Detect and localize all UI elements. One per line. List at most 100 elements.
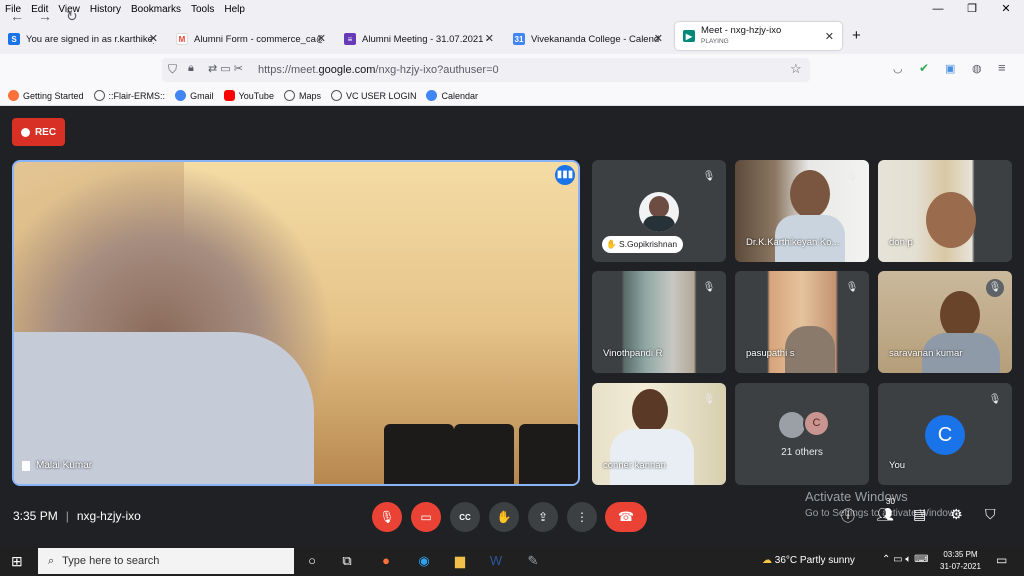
host-controls-icon[interactable]: ⛉ — [985, 506, 996, 523]
minimize-button[interactable]: — — [920, 0, 956, 18]
file-explorer-icon[interactable]: ▆ — [450, 551, 470, 571]
menu-tools[interactable]: Tools — [186, 4, 219, 15]
participant-tile[interactable]: 🎙︎ Dr.K.Karthikeyan Ko... — [735, 160, 869, 262]
extension-icon[interactable]: ▣ — [945, 62, 955, 75]
captions-button[interactable]: CC — [450, 502, 480, 532]
others-tile[interactable] — [735, 383, 869, 485]
bookmark-maps[interactable]: Maps — [283, 90, 321, 101]
tab-alumni-meeting[interactable]: ≡ Alumni Meeting - 31.07.2021 - G ✕ — [336, 24, 502, 54]
bookmark-calendar[interactable]: Calendar — [426, 90, 478, 101]
speaking-indicator-icon: ▮▮▮ — [555, 165, 575, 185]
recording-badge[interactable]: REC — [12, 118, 65, 146]
info-icon[interactable]: ⓘ — [841, 506, 855, 526]
mic-off-icon: 🎙︎ — [845, 282, 859, 293]
maximize-button[interactable]: ❐ — [954, 0, 990, 18]
edge-icon[interactable]: ◉ — [414, 551, 434, 571]
self-tile[interactable]: C 🎙︎ You — [878, 383, 1012, 485]
tab-signed-in[interactable]: S You are signed in as r.karthikeya ✕ — [0, 24, 166, 54]
check-extension-icon[interactable]: ✔ — [919, 61, 929, 75]
permissions-icon[interactable]: ⇄ ▭ ✂ — [208, 62, 243, 75]
participant-name: don p — [889, 237, 913, 248]
menu-help[interactable]: Help — [219, 4, 250, 15]
bookmark-flair-erms[interactable]: ::Flair-ERMS:: — [93, 90, 165, 101]
globe-icon — [93, 90, 105, 101]
mic-off-button[interactable]: 🎙︎ — [372, 502, 402, 532]
participant-tile[interactable]: 🎙︎ Vinothpandi R — [592, 271, 726, 373]
url-text[interactable]: https://meet.google.com/nxg-hzjy-ixo?aut… — [258, 64, 499, 76]
youtube-icon — [223, 90, 235, 101]
pocket-icon[interactable]: ◡ — [893, 62, 903, 75]
tab-calendar[interactable]: 31 Vivekananda College - Calendar ✕ — [505, 24, 671, 54]
google-icon — [426, 90, 438, 101]
bookmark-gmail[interactable]: Gmail — [175, 90, 214, 101]
bookmarks-bar: Getting Started ::Flair-ERMS:: Gmail You… — [0, 86, 1024, 106]
close-icon[interactable]: ✕ — [317, 32, 326, 45]
close-icon[interactable]: ✕ — [654, 32, 663, 45]
notification-icon[interactable]: ▭ — [996, 553, 1007, 567]
bookmark-youtube[interactable]: YouTube — [223, 90, 274, 101]
close-icon[interactable]: ✕ — [485, 32, 494, 45]
meeting-time: 3:35 PM | nxg-hzjy-ixo — [13, 509, 141, 523]
shield-icon[interactable]: ⛉ — [168, 62, 177, 77]
bookmark-star-icon[interactable]: ☆ — [790, 61, 802, 77]
tab-strip: S You are signed in as r.karthikeya ✕ M … — [0, 18, 1024, 54]
globe-icon — [330, 90, 342, 101]
tab-alumni-form[interactable]: M Alumni Form - commerce_ca@ ✕ — [168, 24, 334, 54]
close-window-button[interactable]: ✕ — [988, 0, 1024, 18]
main-speaker-video[interactable] — [12, 160, 580, 486]
search-icon: ⌕ — [48, 554, 55, 567]
participant-tile[interactable]: don p — [878, 160, 1012, 262]
mic-off-icon: 🎙︎ — [845, 171, 859, 182]
participant-tile[interactable]: 🎙︎ ✋ S.Gopikrishnan — [592, 160, 726, 262]
people-icon[interactable]: 👥︎ — [876, 506, 894, 523]
new-tab-button[interactable]: + — [852, 27, 861, 44]
task-view-icon[interactable]: ⧉ — [337, 551, 357, 571]
mic-off-icon: 🎙︎ — [702, 171, 716, 182]
participant-tile[interactable]: 🎙︎ saravanan kumar — [878, 271, 1012, 373]
s-icon: S — [8, 33, 20, 45]
raise-hand-button[interactable]: ✋ — [489, 502, 519, 532]
weather-widget[interactable]: ☁ 36°C Partly sunny — [762, 555, 855, 566]
avatar: C — [803, 410, 830, 437]
back-icon[interactable]: ← — [10, 8, 24, 24]
tab-label: You are signed in as r.karthikeya — [26, 33, 154, 45]
paint-icon[interactable]: ✎ — [523, 551, 543, 571]
chat-icon[interactable]: ▤ — [913, 506, 926, 523]
firefox-icon[interactable]: ● — [376, 551, 396, 571]
present-icon: ⇪ — [537, 510, 549, 524]
reload-icon[interactable]: ↻ — [66, 8, 78, 25]
cortana-icon[interactable]: ○ — [302, 551, 322, 571]
gmail-icon: M — [176, 33, 188, 45]
windows-start-icon[interactable]: ⊞ — [11, 553, 23, 570]
lock-icon[interactable]: 🔒︎ — [188, 62, 194, 75]
camera-off-icon: ▭ — [420, 510, 432, 524]
activities-icon[interactable]: ⚙ — [950, 506, 963, 523]
taskbar-clock[interactable]: 03:35 PM 31-07-2021 — [940, 549, 981, 573]
more-options-button[interactable]: ⋮ — [567, 502, 597, 532]
participant-name: Dr.K.Karthikeyan Ko... — [746, 237, 840, 248]
record-dot-icon — [20, 127, 30, 137]
main-speaker-name: Malai Kumar — [22, 460, 92, 471]
close-icon[interactable]: ✕ — [149, 32, 158, 45]
tab-meet[interactable]: ▶ Meet - nxg-hzjy-ixo PLAYING ✕ — [675, 22, 842, 50]
camera-off-button[interactable]: ▭ — [411, 502, 441, 532]
menu-icon[interactable]: ≡ — [998, 60, 1006, 75]
participant-name: Vinothpandi R — [603, 348, 663, 359]
system-tray-icons[interactable]: ⌃ ▭ 🔈︎ ⌨ — [882, 554, 929, 565]
taskbar-search[interactable]: ⌕ Type here to search — [38, 548, 294, 574]
bookmark-vc-user-login[interactable]: VC USER LOGIN — [330, 90, 416, 101]
menu-history[interactable]: History — [85, 4, 126, 15]
forward-icon[interactable]: → — [38, 8, 52, 24]
hand-icon: ✋ — [496, 510, 512, 524]
bookmark-getting-started[interactable]: Getting Started — [8, 90, 84, 101]
leave-call-button[interactable]: ☎ — [605, 502, 647, 532]
menu-bookmarks[interactable]: Bookmarks — [126, 4, 186, 15]
participant-tile[interactable]: 🎙︎ pasupathi s — [735, 271, 869, 373]
present-button[interactable]: ⇪ — [528, 502, 558, 532]
word-icon[interactable]: W — [486, 551, 506, 571]
globe-icon — [283, 90, 295, 101]
close-icon[interactable]: ✕ — [825, 30, 834, 43]
participant-tile[interactable]: 🎙︎ conner kannan — [592, 383, 726, 485]
globe-icon[interactable]: ◍ — [972, 62, 982, 75]
participant-name: pasupathi s — [746, 348, 795, 359]
